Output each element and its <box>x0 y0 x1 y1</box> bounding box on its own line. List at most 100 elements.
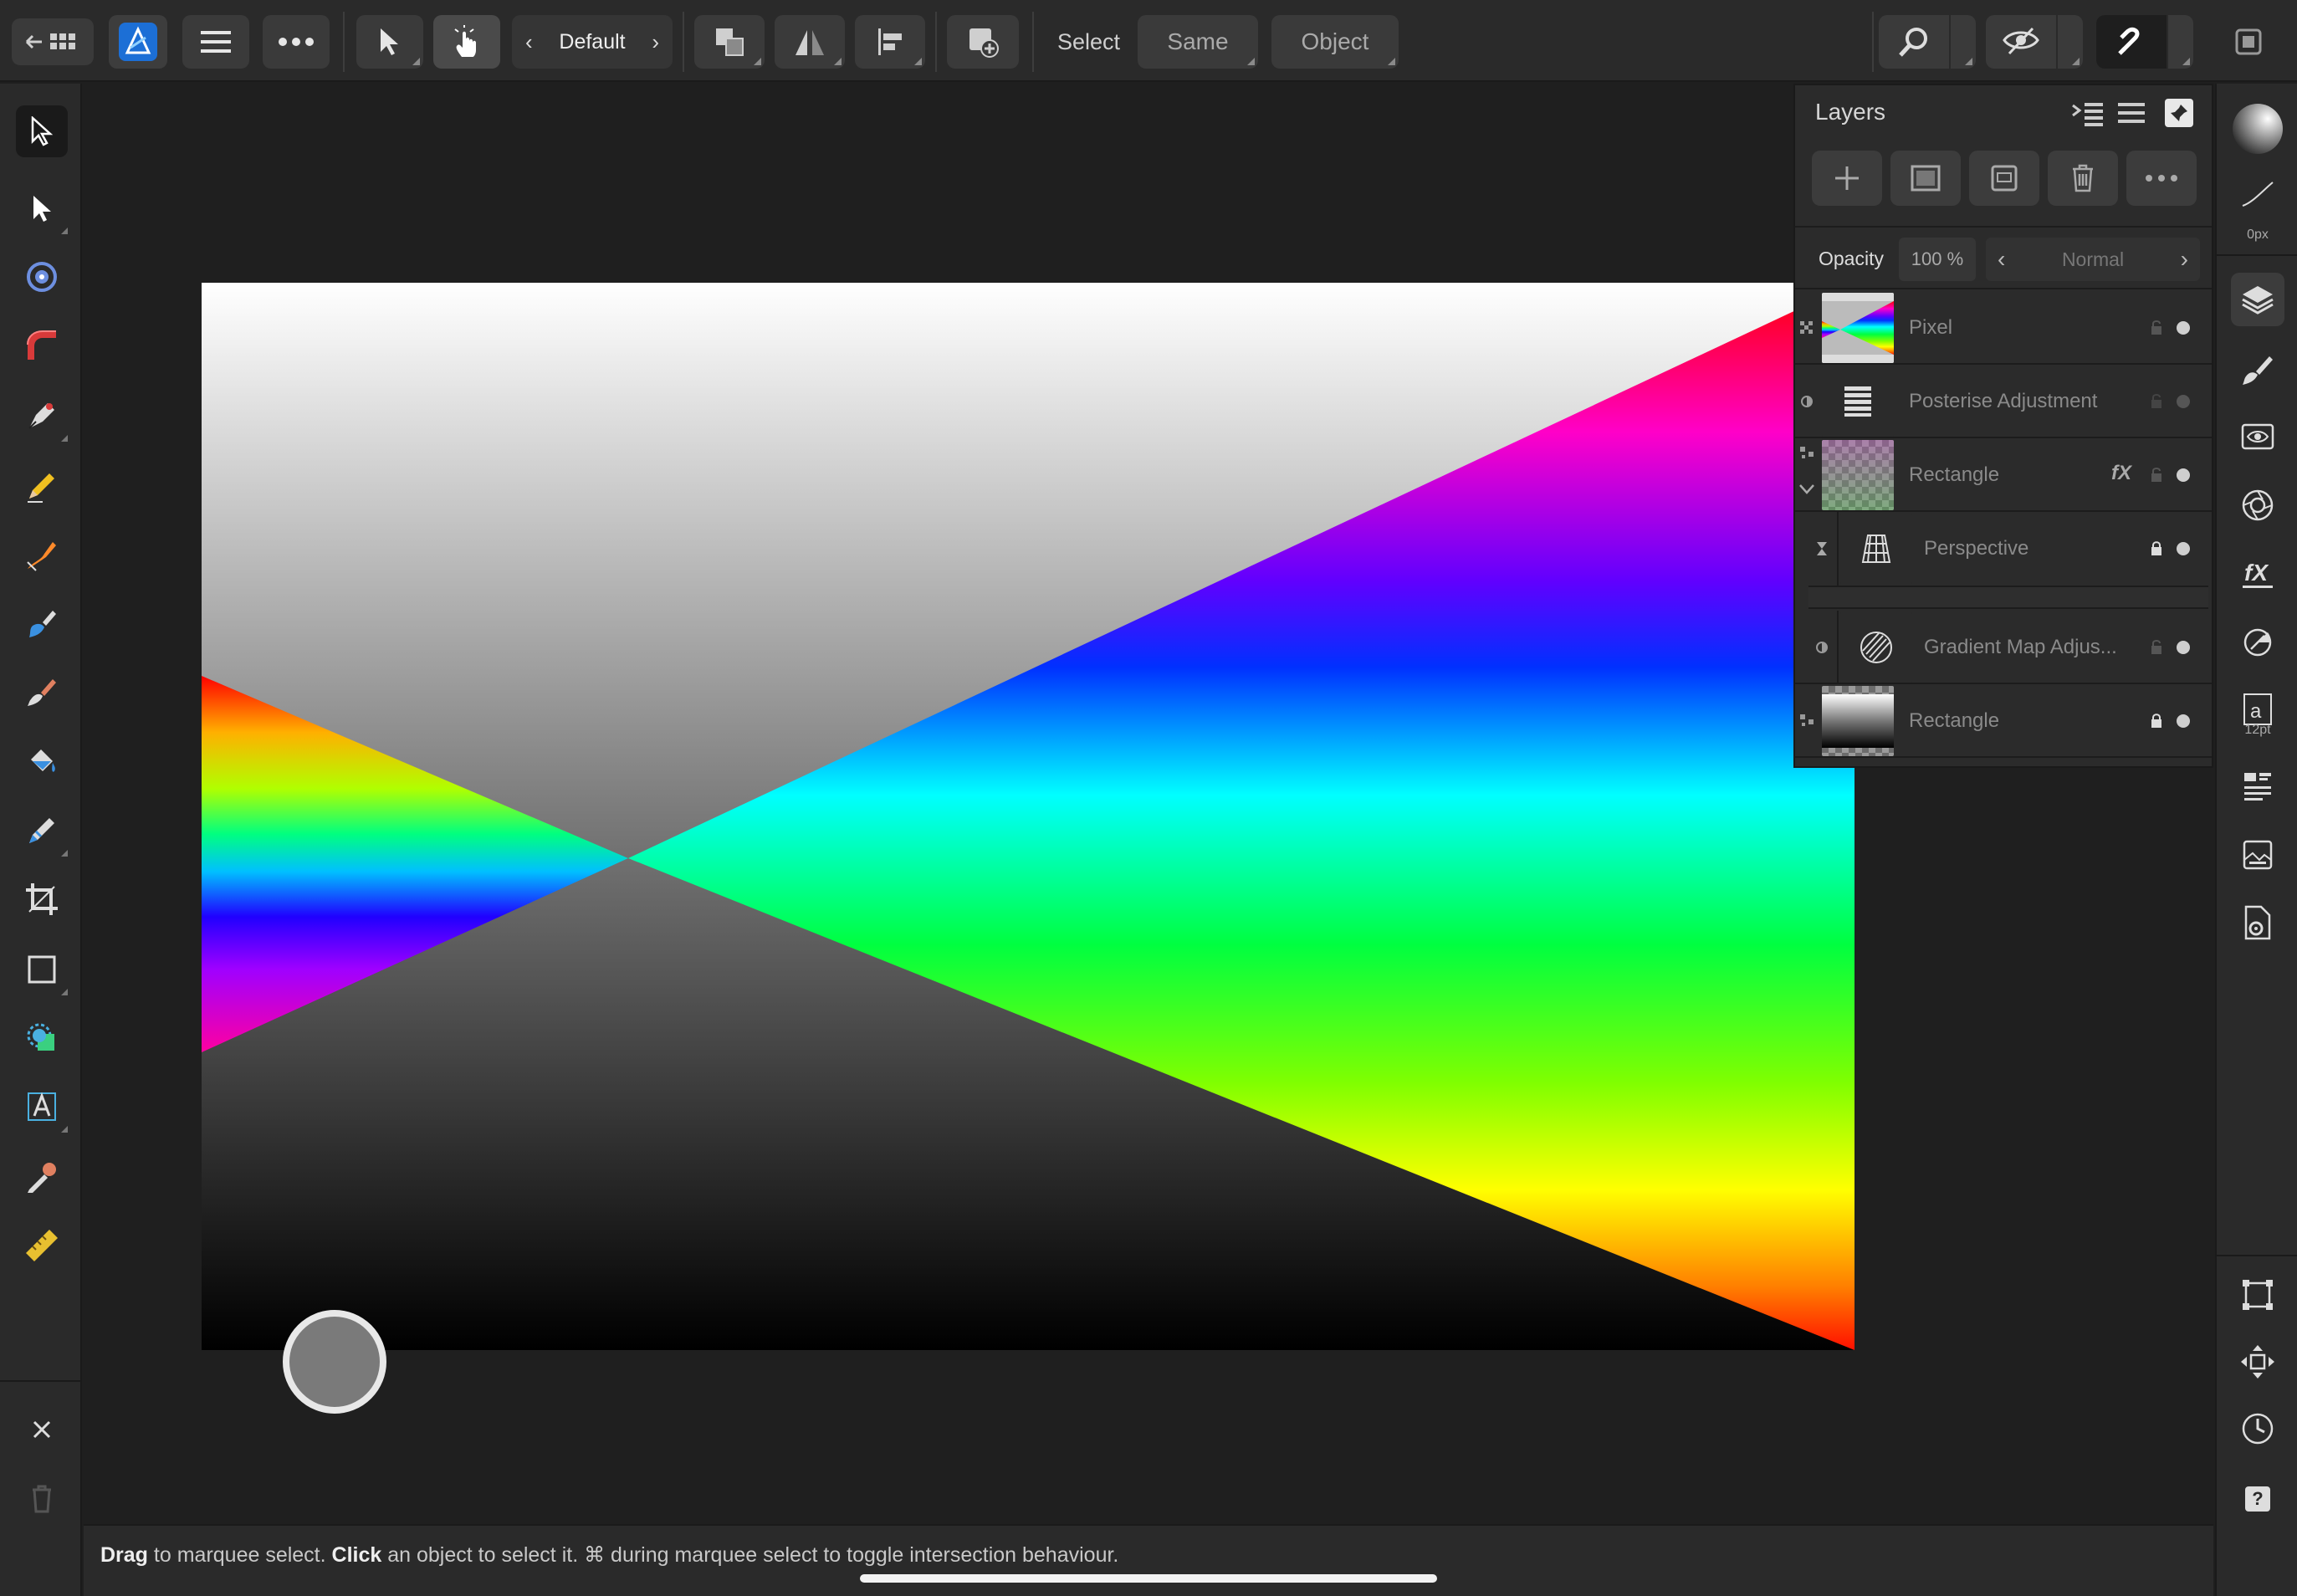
persona-selector[interactable]: ‹ Default › <box>512 15 673 69</box>
arrange-button[interactable] <box>694 15 765 69</box>
shape-builder-tool[interactable] <box>16 1012 68 1064</box>
document-settings-button[interactable] <box>2231 897 2284 950</box>
add-shape-icon <box>969 28 999 58</box>
navigator-panel-button[interactable] <box>2231 410 2284 463</box>
blend-mode-selector[interactable]: ‹ Normal › <box>1986 238 2200 281</box>
node-tool[interactable] <box>16 182 68 234</box>
fill-brush-tool[interactable] <box>16 597 68 649</box>
paragraph-icon <box>2244 773 2271 801</box>
app-logo-button[interactable] <box>109 15 167 69</box>
add-mask-button[interactable] <box>1890 151 1961 206</box>
layer-name: Rectangle <box>1909 709 2000 732</box>
locked-icon[interactable] <box>2150 713 2163 729</box>
appearance-panel-button[interactable] <box>2231 478 2284 532</box>
next-blend-icon[interactable]: › <box>2181 246 2188 273</box>
more-options-button[interactable] <box>263 15 330 69</box>
main-menu-button[interactable] <box>182 15 249 69</box>
history-clock-icon <box>2242 1413 2274 1445</box>
move-tool[interactable] <box>16 105 68 157</box>
navigator-move-button[interactable] <box>2231 1335 2284 1389</box>
visibility-toggle[interactable] <box>2177 714 2190 728</box>
vector-pen-tool[interactable] <box>16 390 68 442</box>
layer-row-perspective[interactable]: Perspective <box>1795 512 2212 586</box>
crop-tool[interactable] <box>16 873 68 925</box>
unlocked-icon[interactable] <box>2150 320 2163 336</box>
paragraph-panel-button[interactable] <box>2231 760 2284 813</box>
layer-row-rectangle-base[interactable]: Rectangle <box>1795 684 2212 758</box>
measure-tool[interactable] <box>16 1220 68 1271</box>
transform-panel-button[interactable] <box>2231 1268 2284 1322</box>
collapse-panel-button[interactable] <box>2071 100 2105 129</box>
previous-persona-icon[interactable]: ‹ <box>525 29 533 55</box>
visibility-toggle[interactable] <box>2177 321 2190 335</box>
insert-button[interactable] <box>947 15 1019 69</box>
chevron-down-icon[interactable] <box>1798 483 1815 495</box>
fill-tool[interactable] <box>16 736 68 788</box>
delete-layer-button[interactable] <box>2048 151 2118 206</box>
pin-panel-button[interactable] <box>2165 99 2193 127</box>
history-panel-button[interactable] <box>2231 1402 2284 1455</box>
opacity-field[interactable]: 100 % <box>1899 238 1976 281</box>
align-button[interactable] <box>855 15 925 69</box>
group-layers-button[interactable] <box>1969 151 2039 206</box>
back-to-documents-button[interactable] <box>12 18 94 65</box>
trash-icon <box>33 1485 51 1513</box>
stroke-panel-button[interactable] <box>2231 167 2284 221</box>
paint-brush-tool[interactable] <box>16 666 68 718</box>
corner-tool[interactable] <box>16 251 68 303</box>
layer-options-button[interactable] <box>2126 151 2197 206</box>
locked-icon[interactable] <box>2150 540 2163 557</box>
rectangle-tool[interactable] <box>16 944 68 995</box>
move-tool-button[interactable] <box>356 15 423 69</box>
perspective-grid-icon <box>1861 535 1891 563</box>
touch-mode-button[interactable] <box>433 15 500 69</box>
layers-stack-icon <box>2242 286 2274 315</box>
brushes-panel-button[interactable] <box>2231 343 2284 396</box>
styles-panel-button[interactable] <box>2231 616 2284 669</box>
fx-badge[interactable]: fX <box>2111 462 2131 485</box>
select-object-button[interactable]: Object <box>1271 15 1399 69</box>
zoom-button[interactable] <box>1879 15 1976 69</box>
document-artboard[interactable] <box>202 283 1854 1350</box>
layer-row-gradient-map-adjustment[interactable]: Gradient Map Adjus... <box>1795 611 2212 684</box>
layer-row-rectangle[interactable]: Rectangle fX <box>1795 438 2212 512</box>
unlocked-icon[interactable] <box>2150 639 2163 656</box>
visibility-toggle[interactable] <box>2177 641 2190 654</box>
home-indicator[interactable] <box>860 1574 1437 1583</box>
layer-row-pixel[interactable]: Pixel <box>1795 291 2212 365</box>
quick-menu-button[interactable] <box>283 1310 386 1414</box>
flip-button[interactable] <box>775 15 845 69</box>
vector-brush-tool[interactable] <box>16 529 68 581</box>
close-context-button[interactable] <box>16 1404 68 1455</box>
color-panel-button[interactable] <box>2231 102 2284 156</box>
layers-panel-button[interactable] <box>2231 273 2284 326</box>
color-picker-tool[interactable] <box>16 1151 68 1203</box>
snapping-button[interactable] <box>2096 15 2193 69</box>
visibility-toggle[interactable] <box>2177 468 2190 482</box>
effects-panel-button[interactable]: fX <box>2231 547 2284 601</box>
text-tool[interactable] <box>16 1081 68 1133</box>
view-mode-button[interactable] <box>1986 15 2083 69</box>
visibility-toggle[interactable] <box>2177 395 2190 408</box>
pen-tool[interactable] <box>16 320 68 371</box>
next-persona-icon[interactable]: › <box>652 29 659 55</box>
posterise-icon <box>1844 386 1871 417</box>
assets-panel-button[interactable] <box>2231 828 2284 882</box>
help-button[interactable]: ? <box>2231 1472 2284 1526</box>
delete-button[interactable] <box>16 1472 68 1524</box>
panel-menu-button[interactable] <box>2116 100 2146 125</box>
paintbrush-icon <box>28 679 56 706</box>
transparency-tool[interactable] <box>16 805 68 857</box>
add-layer-button[interactable] <box>1812 151 1882 206</box>
pointer-icon <box>31 116 54 146</box>
visibility-toggle[interactable] <box>2177 542 2190 555</box>
unlocked-icon[interactable] <box>2150 467 2163 483</box>
pencil-tool[interactable] <box>16 460 68 512</box>
arrow-cursor-icon <box>381 28 398 55</box>
layer-row-posterise-adjustment[interactable]: Posterise Adjustment <box>1795 365 2212 438</box>
unlocked-icon[interactable] <box>2150 393 2163 410</box>
previous-blend-icon[interactable]: ‹ <box>1998 246 2005 273</box>
mask-icon <box>1911 165 1941 192</box>
select-same-button[interactable]: Same <box>1138 15 1258 69</box>
fullscreen-button[interactable] <box>2232 25 2265 59</box>
